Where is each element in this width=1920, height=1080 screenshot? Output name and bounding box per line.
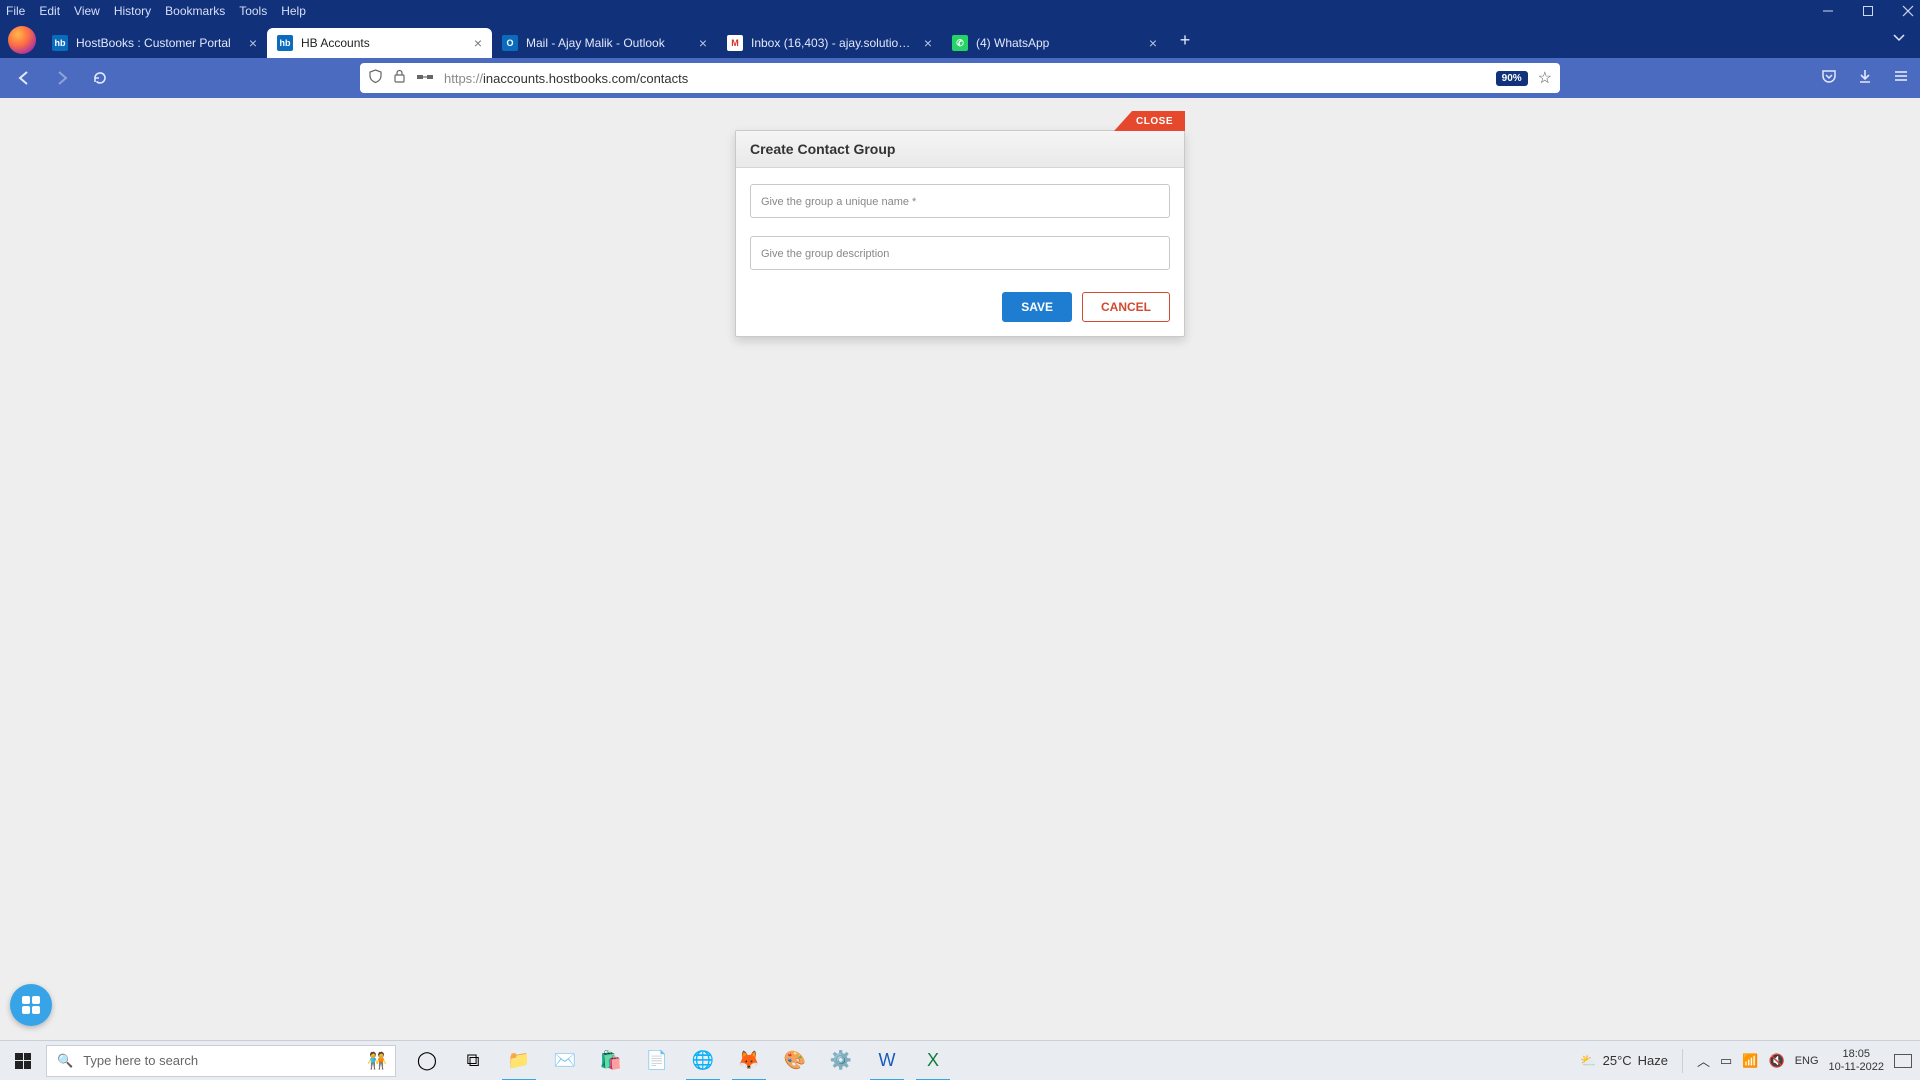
pocket-icon[interactable] xyxy=(1820,67,1838,90)
bookmark-star-icon[interactable]: ☆ xyxy=(1538,68,1552,88)
task-cortana-icon[interactable]: ◯ xyxy=(404,1041,450,1080)
tab-title: Inbox (16,403) - ajay.solutions@ xyxy=(751,36,916,50)
system-tray: ⛅ 25°C Haze ︿ ▭ 📶 🔇 ENG 18:05 10-11-2022 xyxy=(1580,1048,1920,1073)
nav-forward-button[interactable] xyxy=(48,64,76,92)
taskbar-search-input[interactable]: 🔍 Type here to search 🧑‍🤝‍🧑 xyxy=(46,1045,396,1077)
tray-battery-icon[interactable]: ▭ xyxy=(1720,1053,1732,1069)
task-settings-icon[interactable]: ⚙️ xyxy=(818,1041,864,1080)
nav-back-button[interactable] xyxy=(10,64,38,92)
tray-wifi-icon[interactable]: 📶 xyxy=(1742,1053,1758,1069)
firefox-logo-icon xyxy=(8,26,36,54)
tab-outlook[interactable]: O Mail - Ajay Malik - Outlook × xyxy=(492,28,717,58)
favicon-icon: M xyxy=(727,35,743,51)
weather-temp: 25°C xyxy=(1603,1053,1632,1068)
tab-whatsapp[interactable]: ✆ (4) WhatsApp × xyxy=(942,28,1167,58)
tray-date: 10-11-2022 xyxy=(1829,1061,1884,1074)
task-paint-icon[interactable]: 🎨 xyxy=(772,1041,818,1080)
tab-close-icon[interactable]: × xyxy=(249,35,257,51)
menu-edit[interactable]: Edit xyxy=(39,4,60,18)
tab-gmail-inbox[interactable]: M Inbox (16,403) - ajay.solutions@ × xyxy=(717,28,942,58)
modal-close-button[interactable]: CLOSE xyxy=(1114,111,1185,131)
window-maximize-button[interactable] xyxy=(1862,5,1874,17)
new-tab-button[interactable]: + xyxy=(1171,26,1199,54)
taskbar-search-placeholder: Type here to search xyxy=(83,1053,198,1068)
tray-language[interactable]: ENG xyxy=(1795,1055,1819,1067)
favicon-icon: ✆ xyxy=(952,35,968,51)
permissions-icon[interactable] xyxy=(416,70,434,87)
weather-widget[interactable]: ⛅ 25°C Haze xyxy=(1580,1053,1668,1069)
search-highlight-icon: 🧑‍🤝‍🧑 xyxy=(367,1051,387,1071)
group-name-input[interactable] xyxy=(750,184,1170,218)
browser-toolbar: https://inaccounts.hostbooks.com/contact… xyxy=(0,58,1920,98)
create-contact-group-modal: CLOSE Create Contact Group SAVE CANCEL xyxy=(735,112,1185,337)
task-excel-icon[interactable]: X xyxy=(910,1041,956,1080)
task-mail-icon[interactable]: ✉️ xyxy=(542,1041,588,1080)
windows-taskbar: 🔍 Type here to search 🧑‍🤝‍🧑 ◯ ⧉ 📁 ✉️ 🛍️ … xyxy=(0,1040,1920,1080)
url-text: https://inaccounts.hostbooks.com/contact… xyxy=(444,71,1486,86)
window-minimize-button[interactable] xyxy=(1822,5,1834,17)
task-firefox-icon[interactable]: 🦊 xyxy=(726,1041,772,1080)
weather-icon: ⛅ xyxy=(1580,1053,1596,1069)
zoom-badge[interactable]: 90% xyxy=(1496,71,1528,86)
tab-title: HB Accounts xyxy=(301,36,466,50)
task-store-icon[interactable]: 🛍️ xyxy=(588,1041,634,1080)
cancel-button[interactable]: CANCEL xyxy=(1082,292,1170,322)
browser-tabstrip: hb HostBooks : Customer Portal × hb HB A… xyxy=(0,22,1920,58)
tab-close-icon[interactable]: × xyxy=(474,35,482,51)
list-all-tabs-button[interactable] xyxy=(1892,31,1920,50)
task-word-icon[interactable]: W xyxy=(864,1041,910,1080)
nav-reload-button[interactable] xyxy=(86,64,114,92)
tray-time: 18:05 xyxy=(1829,1048,1884,1061)
floating-app-widget[interactable] xyxy=(10,984,52,1026)
tab-close-icon[interactable]: × xyxy=(699,35,707,51)
tab-hb-accounts[interactable]: hb HB Accounts × xyxy=(267,28,492,58)
tray-clock[interactable]: 18:05 10-11-2022 xyxy=(1829,1048,1884,1073)
tab-close-icon[interactable]: × xyxy=(924,35,932,51)
window-close-button[interactable] xyxy=(1902,5,1914,17)
tab-title: HostBooks : Customer Portal xyxy=(76,36,241,50)
search-icon: 🔍 xyxy=(57,1053,73,1069)
favicon-icon: hb xyxy=(277,35,293,51)
menu-file[interactable]: File xyxy=(6,4,25,18)
menu-help[interactable]: Help xyxy=(281,4,306,18)
lock-icon[interactable] xyxy=(393,69,406,87)
start-button[interactable] xyxy=(0,1041,46,1080)
group-description-input[interactable] xyxy=(750,236,1170,270)
tray-chevron-icon[interactable]: ︿ xyxy=(1697,1051,1710,1070)
task-taskview-icon[interactable]: ⧉ xyxy=(450,1041,496,1080)
grid-icon xyxy=(22,996,40,1014)
task-file-explorer-icon[interactable]: 📁 xyxy=(496,1041,542,1080)
tab-hostbooks-portal[interactable]: hb HostBooks : Customer Portal × xyxy=(42,28,267,58)
menu-tools[interactable]: Tools xyxy=(239,4,267,18)
url-bar[interactable]: https://inaccounts.hostbooks.com/contact… xyxy=(360,63,1560,93)
favicon-icon: O xyxy=(502,35,518,51)
menu-view[interactable]: View xyxy=(74,4,100,18)
downloads-icon[interactable] xyxy=(1856,67,1874,90)
task-edge-icon[interactable]: 🌐 xyxy=(680,1041,726,1080)
modal-title: Create Contact Group xyxy=(736,131,1184,168)
task-notepad-icon[interactable]: 📄 xyxy=(634,1041,680,1080)
favicon-icon: hb xyxy=(52,35,68,51)
tab-close-icon[interactable]: × xyxy=(1149,35,1157,51)
tab-title: Mail - Ajay Malik - Outlook xyxy=(526,36,691,50)
weather-desc: Haze xyxy=(1638,1053,1668,1068)
browser-menubar: File Edit View History Bookmarks Tools H… xyxy=(0,0,1920,22)
app-menu-icon[interactable] xyxy=(1892,67,1910,90)
save-button[interactable]: SAVE xyxy=(1002,292,1072,322)
menu-history[interactable]: History xyxy=(114,4,151,18)
shield-icon[interactable] xyxy=(368,69,383,87)
page-content: CLOSE Create Contact Group SAVE CANCEL xyxy=(0,98,1920,1040)
tray-volume-icon[interactable]: 🔇 xyxy=(1769,1053,1785,1069)
tab-title: (4) WhatsApp xyxy=(976,36,1141,50)
tray-notifications-icon[interactable] xyxy=(1894,1054,1912,1068)
menu-bookmarks[interactable]: Bookmarks xyxy=(165,4,225,18)
